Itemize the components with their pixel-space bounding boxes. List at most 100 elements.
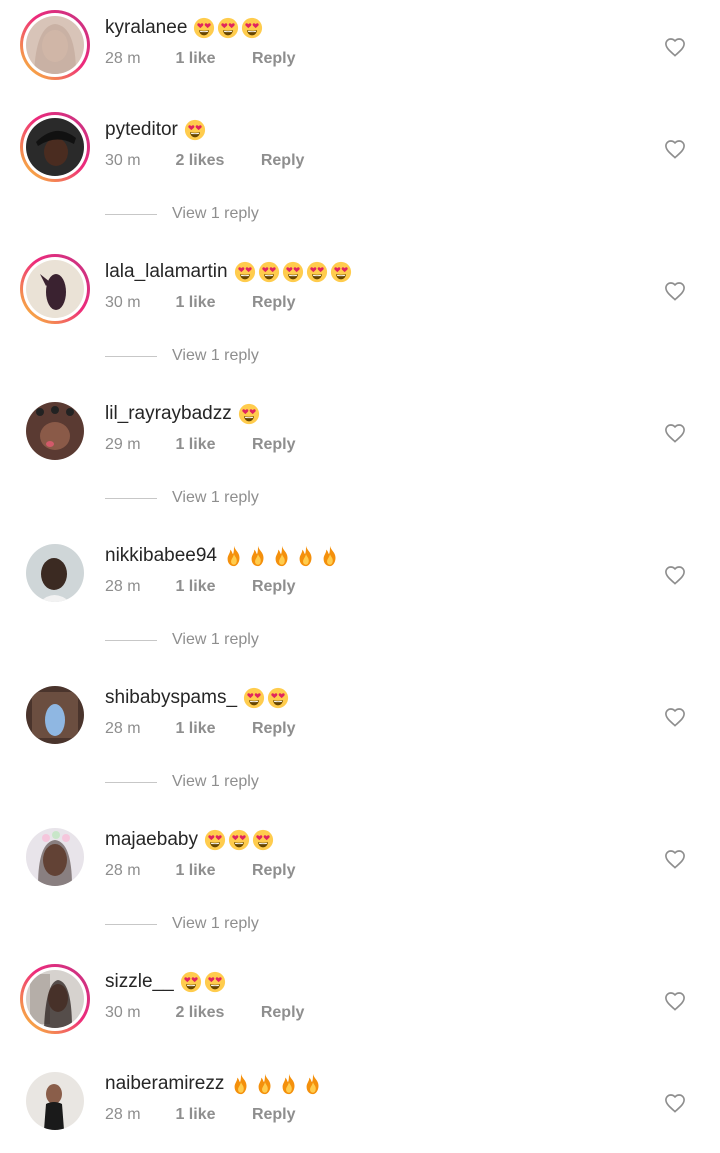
avatar-story-ring[interactable] bbox=[20, 10, 90, 80]
comment-time: 28 m bbox=[105, 578, 141, 595]
fire-emoji-icon bbox=[251, 545, 264, 567]
comment-username[interactable]: nikkibabee94 bbox=[105, 544, 217, 568]
divider-line bbox=[105, 639, 157, 641]
comment-likes[interactable]: 1 like bbox=[175, 860, 215, 882]
comment-likes[interactable]: 1 like bbox=[175, 1104, 215, 1126]
reply-button[interactable]: Reply bbox=[252, 50, 296, 67]
emoji-row bbox=[193, 17, 263, 39]
avatar[interactable] bbox=[26, 544, 84, 602]
comment-username[interactable]: sizzle__ bbox=[105, 970, 174, 994]
view-replies-label[interactable]: View 1 reply bbox=[172, 489, 259, 507]
comment-username[interactable]: majaebaby bbox=[105, 828, 198, 852]
heart-eyes-emoji-icon bbox=[252, 829, 274, 851]
avatar[interactable] bbox=[26, 828, 84, 886]
view-replies-button[interactable]: View 1 reply bbox=[105, 204, 405, 224]
comment-time: 28 m bbox=[105, 1106, 141, 1123]
comment-item: majaebaby 28 m 1 like Reply bbox=[0, 820, 720, 900]
comment-username[interactable]: lil_rayraybadzz bbox=[105, 402, 232, 426]
avatar[interactable] bbox=[26, 1072, 84, 1130]
emoji-row bbox=[180, 971, 226, 993]
reply-button[interactable]: Reply bbox=[252, 578, 296, 595]
reply-button[interactable]: Reply bbox=[261, 152, 305, 169]
comment-likes[interactable]: 1 like bbox=[175, 48, 215, 70]
heart-outline-icon[interactable] bbox=[664, 707, 686, 727]
fire-emoji-icon bbox=[282, 1073, 295, 1095]
avatar[interactable] bbox=[26, 16, 84, 74]
view-replies-button[interactable]: View 1 reply bbox=[105, 630, 405, 650]
comment-item: naiberamirezz 28 m 1 like Reply bbox=[0, 1064, 720, 1144]
heart-eyes-emoji-icon bbox=[238, 403, 259, 425]
heart-outline-icon[interactable] bbox=[664, 1093, 686, 1113]
heart-outline-icon[interactable] bbox=[664, 37, 686, 57]
divider-line bbox=[105, 355, 157, 357]
avatar-story-ring[interactable] bbox=[20, 964, 90, 1034]
avatar-story-ring[interactable] bbox=[20, 254, 90, 324]
comment-likes[interactable]: 1 like bbox=[175, 434, 215, 456]
view-replies-label[interactable]: View 1 reply bbox=[172, 205, 259, 223]
view-replies-button[interactable]: View 1 reply bbox=[105, 772, 405, 792]
reply-button[interactable]: Reply bbox=[252, 720, 296, 737]
comment-time: 30 m bbox=[105, 1004, 141, 1021]
heart-outline-icon[interactable] bbox=[664, 849, 686, 869]
view-replies-button[interactable]: View 1 reply bbox=[105, 914, 405, 934]
divider-line bbox=[105, 781, 157, 783]
heart-eyes-emoji-icon bbox=[204, 971, 225, 993]
comment-username[interactable]: naiberamirezz bbox=[105, 1072, 224, 1096]
divider-line bbox=[105, 497, 157, 499]
view-replies-label[interactable]: View 1 reply bbox=[172, 631, 259, 649]
view-replies-label[interactable]: View 1 reply bbox=[172, 773, 259, 791]
heart-outline-icon[interactable] bbox=[664, 565, 686, 585]
heart-eyes-emoji-icon bbox=[204, 829, 226, 851]
avatar[interactable] bbox=[26, 118, 84, 176]
avatar-frame[interactable] bbox=[20, 538, 90, 608]
heart-eyes-emoji-icon bbox=[267, 687, 289, 709]
heart-eyes-emoji-icon bbox=[243, 687, 265, 709]
avatar[interactable] bbox=[26, 402, 84, 460]
avatar-frame[interactable] bbox=[20, 680, 90, 750]
view-replies-label[interactable]: View 1 reply bbox=[172, 915, 259, 933]
avatar[interactable] bbox=[26, 260, 84, 318]
avatar-frame[interactable] bbox=[20, 822, 90, 892]
fire-emoji-icon bbox=[306, 1073, 319, 1095]
comment-username[interactable]: lala_lalamartin bbox=[105, 260, 228, 284]
reply-button[interactable]: Reply bbox=[252, 294, 296, 311]
heart-outline-icon[interactable] bbox=[664, 991, 686, 1011]
reply-button[interactable]: Reply bbox=[252, 862, 296, 879]
comment-likes[interactable]: 1 like bbox=[175, 718, 215, 740]
fire-emoji-icon bbox=[299, 545, 312, 567]
avatar[interactable] bbox=[26, 686, 84, 744]
fire-emoji-icon bbox=[227, 545, 240, 567]
comment-likes[interactable]: 2 likes bbox=[175, 150, 224, 172]
comment-username[interactable]: pyteditor bbox=[105, 118, 178, 142]
fire-emoji-icon bbox=[323, 545, 336, 567]
comment-item: lala_lalamartin 30 m 1 like Reply bbox=[0, 252, 720, 332]
heart-outline-icon[interactable] bbox=[664, 139, 686, 159]
view-replies-button[interactable]: View 1 reply bbox=[105, 346, 405, 366]
heart-eyes-emoji-icon bbox=[234, 261, 255, 283]
reply-button[interactable]: Reply bbox=[252, 436, 296, 453]
avatar-frame[interactable] bbox=[20, 396, 90, 466]
view-replies-label[interactable]: View 1 reply bbox=[172, 347, 259, 365]
heart-eyes-emoji-icon bbox=[184, 119, 205, 141]
emoji-row bbox=[223, 545, 341, 567]
heart-eyes-emoji-icon bbox=[242, 17, 263, 39]
fire-emoji-icon bbox=[258, 1073, 271, 1095]
emoji-row bbox=[230, 1073, 324, 1095]
avatar[interactable] bbox=[26, 970, 84, 1028]
comment-username[interactable]: kyralanee bbox=[105, 16, 187, 40]
comment-item: nikkibabee94 28 m 1 like Reply bbox=[0, 536, 720, 616]
avatar-story-ring[interactable] bbox=[20, 112, 90, 182]
comment-likes[interactable]: 1 like bbox=[175, 576, 215, 598]
heart-eyes-emoji-icon bbox=[258, 261, 279, 283]
avatar-frame[interactable] bbox=[20, 1066, 90, 1136]
reply-button[interactable]: Reply bbox=[252, 1106, 296, 1123]
heart-outline-icon[interactable] bbox=[664, 281, 686, 301]
emoji-row bbox=[234, 261, 352, 283]
reply-button[interactable]: Reply bbox=[261, 1004, 305, 1021]
comment-likes[interactable]: 2 likes bbox=[175, 1002, 224, 1024]
comment-item: kyralanee 28 m 1 like Reply bbox=[0, 8, 720, 88]
view-replies-button[interactable]: View 1 reply bbox=[105, 488, 405, 508]
heart-outline-icon[interactable] bbox=[664, 423, 686, 443]
comment-username[interactable]: shibabyspams_ bbox=[105, 686, 237, 710]
comment-likes[interactable]: 1 like bbox=[175, 292, 215, 314]
